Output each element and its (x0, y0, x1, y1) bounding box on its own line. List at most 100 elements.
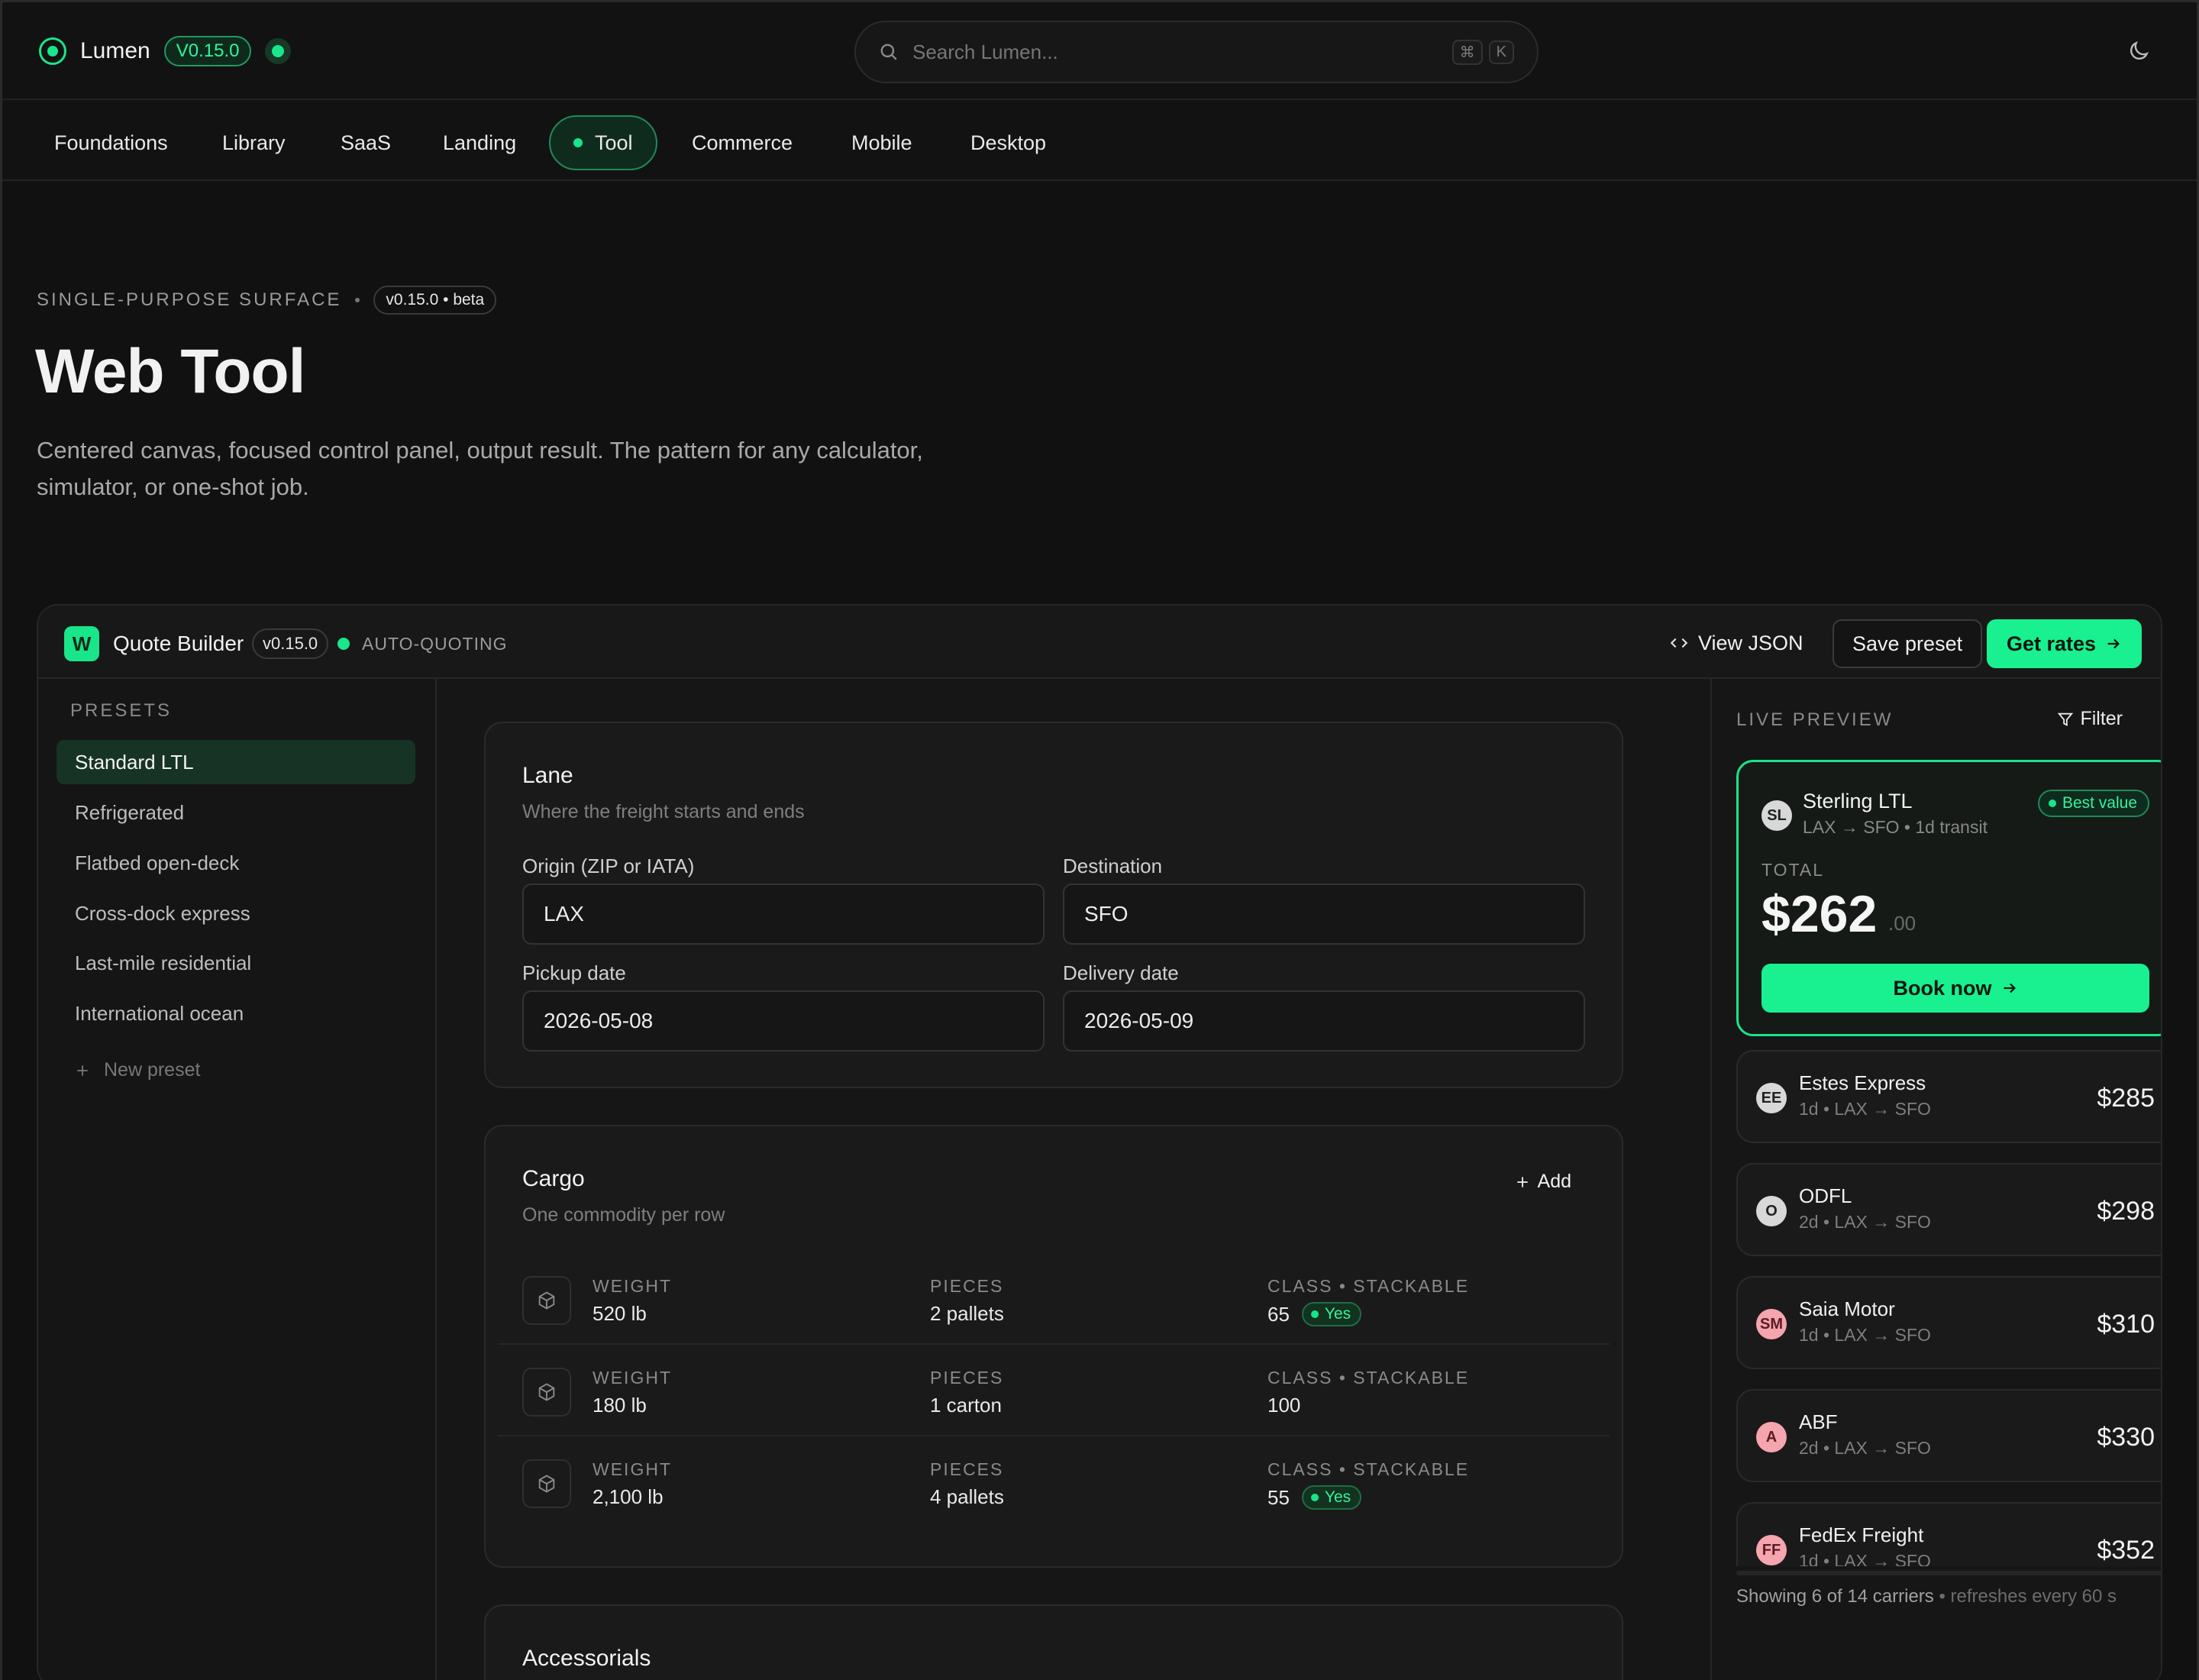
carrier-card[interactable]: EE Estes Express 1d • LAX → SFO $285 (1736, 1050, 2161, 1143)
pieces-header: PIECES (930, 1276, 1004, 1296)
view-json-button[interactable]: View JSON (1669, 624, 1803, 662)
quote-builder-app: W Quote Builder v0.15.0 AUTO-QUOTING Vie… (37, 604, 2162, 1680)
pickup-date-label: Pickup date (522, 961, 626, 984)
filter-label: Filter (2080, 708, 2123, 729)
kbd-command-key: ⌘ (1451, 39, 1483, 65)
weight-header: WEIGHT (593, 1276, 672, 1296)
carrier-name: ODFL (1799, 1184, 1852, 1207)
preset-item-refrigerated[interactable]: Refrigerated (57, 790, 415, 835)
carrier-meta: 2d • LAX → SFO (1799, 1212, 1931, 1232)
carrier-name: Saia Motor (1799, 1297, 1895, 1320)
filter-icon (2058, 712, 2074, 726)
carrier-card[interactable]: A ABF 2d • LAX → SFO $330 (1736, 1389, 2161, 1482)
carrier-avatar: SL (1761, 800, 1792, 831)
app-name: Quote Builder (113, 632, 244, 655)
lumen-logo-icon (39, 37, 66, 65)
page-subtitle: Centered canvas, focused control panel, … (37, 437, 923, 500)
filter-button[interactable]: Filter (2057, 708, 2123, 730)
carrier-price: $330 (2097, 1423, 2155, 1452)
pieces-value: 4 pallets (930, 1485, 1004, 1508)
preset-item-cross-dock[interactable]: Cross-dock express (57, 891, 415, 935)
carrier-price: $285 (2097, 1084, 2155, 1113)
eyebrow-text: SINGLE-PURPOSE SURFACE (37, 289, 342, 310)
top-bar: Lumen V0.15.0 Search Lumen... ⌘ K (2, 2, 2197, 100)
carrier-card[interactable]: FF FedEx Freight 1d • LAX → SFO $352 (1736, 1502, 2161, 1566)
destination-field[interactable]: SFO (1063, 884, 1585, 945)
get-rates-button[interactable]: Get rates (1987, 619, 2142, 668)
nav-item-landing[interactable]: Landing (420, 115, 539, 170)
accessorials-card: Accessorials (484, 1604, 1623, 1680)
book-now-button[interactable]: Book now (1761, 964, 2149, 1013)
package-icon (522, 1276, 571, 1325)
nav-item-library[interactable]: Library (199, 115, 308, 170)
cargo-row[interactable]: WEIGHT 520 lb PIECES 2 pallets CLASS • S… (498, 1253, 1610, 1345)
nav-item-tool[interactable]: Tool (549, 115, 657, 170)
search-placeholder: Search Lumen... (912, 40, 1058, 63)
cargo-title: Cargo (522, 1166, 585, 1191)
beta-badge: v0.15.0 • beta (373, 286, 497, 315)
eyebrow-separator (355, 298, 360, 302)
origin-field[interactable]: LAX (522, 884, 1045, 945)
list-scrollbar[interactable] (1736, 1571, 2161, 1575)
new-preset-label: New preset (104, 1059, 201, 1081)
refresh-note: • refreshes every 60 s (1939, 1586, 2117, 1607)
code-icon (1670, 638, 1688, 648)
carrier-meta: 1d • LAX → SFO (1799, 1551, 1931, 1566)
nav-item-desktop[interactable]: Desktop (948, 115, 1069, 170)
live-preview-panel: LIVE PREVIEW Filter SL Sterling LTL LAX … (1710, 679, 2161, 1680)
add-commodity-button[interactable]: Add (1515, 1171, 1571, 1193)
carrier-name: ABF (1799, 1410, 1838, 1433)
preset-item-international-ocean[interactable]: International ocean (57, 991, 415, 1035)
book-now-label: Book now (1893, 976, 1992, 1000)
weight-value: 520 lb (593, 1302, 647, 1325)
carrier-card[interactable]: O ODFL 2d • LAX → SFO $298 (1736, 1163, 2161, 1256)
preset-item-flatbed[interactable]: Flatbed open-deck (57, 841, 415, 885)
presets-sidebar: PRESETS Standard LTL Refrigerated Flatbe… (38, 679, 437, 1680)
carrier-meta: 1d • LAX → SFO (1799, 1325, 1931, 1345)
package-icon (522, 1368, 571, 1417)
nav-item-saas[interactable]: SaaS (318, 115, 414, 170)
class-value: 55 (1267, 1485, 1290, 1509)
nav-item-mobile[interactable]: Mobile (828, 115, 935, 170)
destination-label: Destination (1063, 855, 1163, 877)
add-label: Add (1537, 1171, 1571, 1192)
carrier-meta: 1d • LAX → SFO (1799, 1099, 1931, 1119)
carrier-name: FedEx Freight (1799, 1523, 1924, 1546)
class-value: 100 (1267, 1394, 1301, 1417)
carrier-card[interactable]: SM Saia Motor 1d • LAX → SFO $310 (1736, 1276, 2161, 1369)
best-carrier-name: Sterling LTL (1803, 790, 1913, 813)
best-value-badge: Best value (2037, 790, 2149, 817)
class-header: CLASS • STACKABLE (1267, 1459, 1470, 1479)
carrier-meta: 2d • LAX → SFO (1799, 1438, 1931, 1458)
carriers-footer: Showing 6 of 14 carriers • refreshes eve… (1736, 1586, 2117, 1607)
search-input[interactable]: Search Lumen... ⌘ K (854, 21, 1539, 83)
nav-item-commerce[interactable]: Commerce (669, 115, 815, 170)
nav-item-foundations[interactable]: Foundations (31, 115, 191, 170)
weight-header: WEIGHT (593, 1368, 672, 1388)
preset-item-last-mile[interactable]: Last-mile residential (57, 941, 415, 985)
new-preset-button[interactable]: New preset (75, 1059, 200, 1081)
accessorials-title: Accessorials (522, 1646, 651, 1671)
package-icon (522, 1459, 571, 1508)
plus-icon (1516, 1176, 1528, 1187)
delivery-date-field[interactable]: 2026-05-09 (1063, 990, 1585, 1052)
form-area: Lane Where the freight starts and ends O… (437, 679, 1710, 1680)
save-preset-button[interactable]: Save preset (1832, 619, 1983, 668)
theme-toggle-moon-icon[interactable] (2126, 39, 2151, 63)
stackable-badge: Yes (1301, 1302, 1362, 1326)
stackable-badge: Yes (1301, 1485, 1362, 1510)
carrier-price: $310 (2097, 1310, 2155, 1339)
pickup-date-field[interactable]: 2026-05-08 (522, 990, 1045, 1052)
best-quote-card[interactable]: SL Sterling LTL LAX → SFO • 1d transit B… (1736, 760, 2161, 1036)
carrier-avatar: EE (1756, 1083, 1787, 1113)
class-value-group: 65 Yes (1267, 1302, 1362, 1326)
cargo-row[interactable]: WEIGHT 2,100 lb PIECES 4 pallets CLASS •… (498, 1436, 1610, 1528)
total-label: TOTAL (1761, 860, 1824, 880)
cargo-row[interactable]: WEIGHT 180 lb PIECES 1 carton CLASS • ST… (498, 1345, 1610, 1436)
view-json-label: View JSON (1698, 631, 1803, 654)
preset-item-standard-ltl[interactable]: Standard LTL (57, 740, 415, 784)
hero-eyebrow: SINGLE-PURPOSE SURFACE v0.15.0 • beta (37, 286, 497, 315)
brand[interactable]: Lumen V0.15.0 (39, 36, 292, 66)
kbd-k-key: K (1488, 40, 1514, 64)
lane-card: Lane Where the freight starts and ends O… (484, 722, 1623, 1088)
